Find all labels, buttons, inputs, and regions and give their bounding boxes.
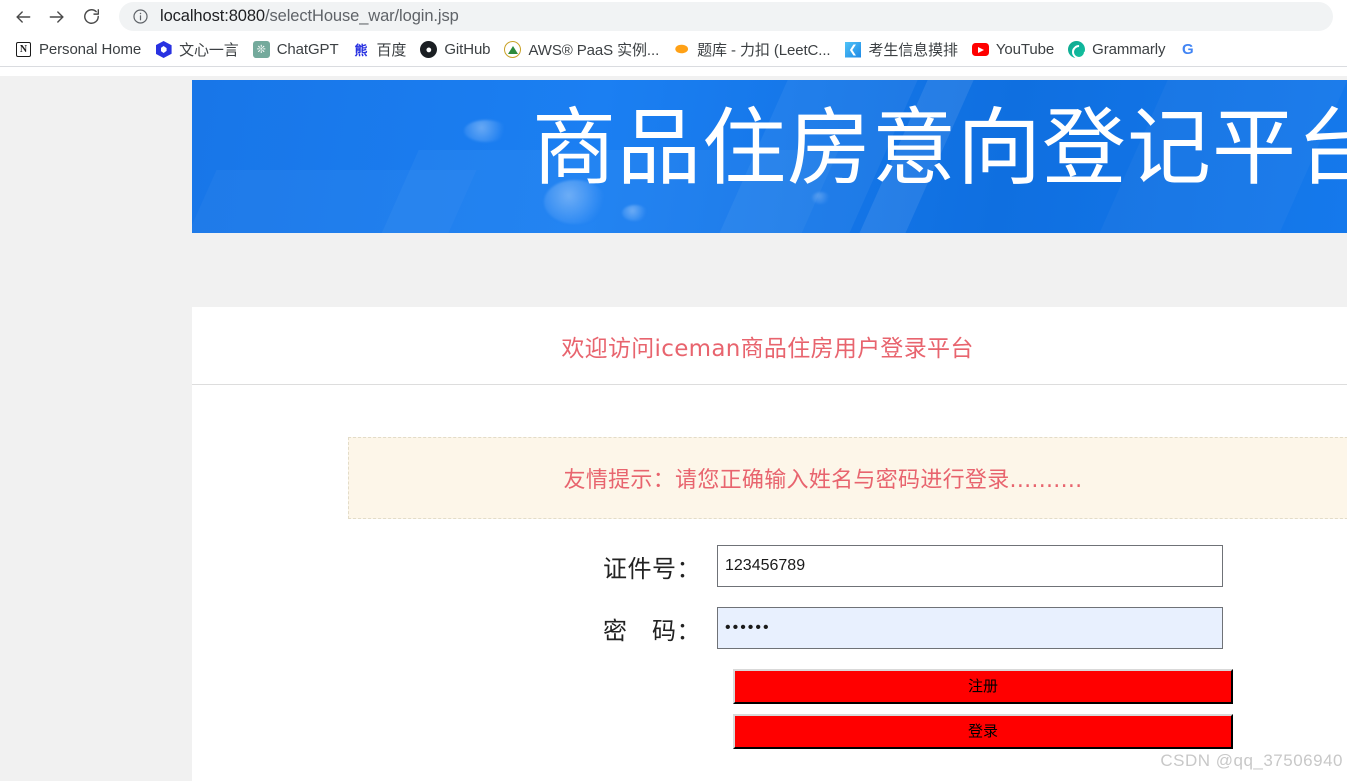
bookmark-label: 考生信息摸排 [868, 42, 958, 59]
welcome-header: 欢迎访问iceman商品住房用户登录平台 [192, 307, 1347, 385]
login-button-row: 登录 [192, 714, 1347, 749]
address-bar[interactable]: localhost:8080/selectHouse_war/login.jsp [119, 2, 1333, 31]
banner-card-gap [192, 233, 1347, 307]
page-content: 商品住房意向登记平台 欢迎访问iceman商品住房用户登录平台 友情提示：请您正… [192, 80, 1347, 781]
form-row-id-number: 证件号： [192, 545, 1347, 587]
bookmark-label: YouTube [995, 41, 1055, 58]
bookmarks-bar: N Personal Home 文心一言 ❊ ChatGPT 熊 百度 ● Gi… [0, 33, 1347, 67]
banner-stripe [192, 170, 476, 233]
aws-icon [504, 41, 522, 58]
bookmark-chatgpt[interactable]: ❊ ChatGPT [246, 37, 346, 63]
forward-icon[interactable] [40, 2, 74, 32]
bookmark-personal-home[interactable]: N Personal Home [8, 37, 148, 63]
url-text[interactable]: localhost:8080/selectHouse_war/login.jsp [160, 7, 459, 26]
banner-title: 商品住房意向登记平台 [532, 99, 1347, 197]
bookmark-label: ChatGPT [276, 41, 339, 58]
banner-decoration [464, 120, 508, 142]
bookmark-github[interactable]: ● GitHub [413, 37, 497, 63]
register-button-row: 注册 [192, 669, 1347, 704]
bookmark-leetcode[interactable]: ⬬ 题库 - 力扣 (LeetC... [666, 37, 837, 63]
github-icon: ● [420, 41, 438, 58]
form-row-password: 密 码： [192, 607, 1347, 649]
baidu-icon: 熊 [354, 43, 368, 58]
site-info-icon[interactable] [132, 8, 149, 25]
bookmark-label: Grammarly [1092, 41, 1166, 58]
url-host: localhost:8080 [160, 7, 266, 25]
kaosheng-icon: ❮ [844, 41, 861, 58]
youtube-icon [971, 41, 989, 58]
bookmark-label: 百度 [376, 42, 407, 59]
bookmark-baidu[interactable]: 熊 百度 [346, 37, 414, 63]
back-icon[interactable] [6, 2, 40, 32]
bookmark-aws-paas[interactable]: AWS® PaaS 实例... [497, 37, 666, 63]
page-viewport: 商品住房意向登记平台 欢迎访问iceman商品住房用户登录平台 友情提示：请您正… [0, 76, 1347, 781]
login-form: 证件号： 密 码： 注册 登录 [192, 545, 1347, 749]
welcome-text: 欢迎访问iceman商品住房用户登录平台 [561, 335, 974, 362]
bookmark-grammarly[interactable]: Grammarly [1061, 37, 1172, 63]
bookmark-label: 文心一言 [179, 42, 239, 59]
site-banner: 商品住房意向登记平台 [192, 80, 1347, 233]
bookmark-label: GitHub [444, 41, 491, 58]
password-label: 密 码： [603, 616, 701, 645]
id-number-input[interactable] [717, 545, 1223, 587]
id-number-label: 证件号： [603, 554, 701, 583]
leetcode-icon: ⬬ [675, 41, 689, 58]
notion-icon: N [15, 41, 32, 58]
tip-alert: 友情提示：请您正确输入姓名与密码进行登录.......... [348, 437, 1347, 519]
bookmark-kaosheng[interactable]: ❮ 考生信息摸排 [837, 37, 964, 63]
bookmark-youtube[interactable]: YouTube [965, 37, 1061, 63]
button-spacer [192, 714, 733, 749]
button-spacer [192, 669, 733, 704]
chatgpt-icon: ❊ [252, 41, 270, 58]
bookmark-ernie-bot[interactable]: 文心一言 [148, 37, 246, 63]
google-icon: G [1182, 41, 1194, 58]
bookmark-label: Personal Home [39, 41, 142, 58]
bookmark-label: AWS® PaaS 实例... [528, 42, 660, 59]
browser-toolbar: localhost:8080/selectHouse_war/login.jsp [0, 0, 1347, 33]
bookmark-label: 题库 - 力扣 (LeetC... [697, 42, 831, 59]
reload-icon[interactable] [74, 2, 108, 32]
banner-decoration [622, 205, 648, 221]
login-button[interactable]: 登录 [733, 714, 1233, 749]
login-card: 欢迎访问iceman商品住房用户登录平台 友情提示：请您正确输入姓名与密码进行登… [192, 307, 1347, 781]
tip-alert-text: 友情提示：请您正确输入姓名与密码进行登录.......... [563, 468, 1083, 493]
bookmark-google[interactable]: G [1172, 37, 1210, 63]
browser-window: localhost:8080/selectHouse_war/login.jsp… [0, 0, 1347, 781]
url-path: /selectHouse_war/login.jsp [265, 7, 459, 25]
password-input[interactable] [717, 607, 1223, 649]
grammarly-icon [1068, 41, 1086, 58]
ernie-bot-icon [155, 41, 172, 58]
register-button[interactable]: 注册 [733, 669, 1233, 704]
